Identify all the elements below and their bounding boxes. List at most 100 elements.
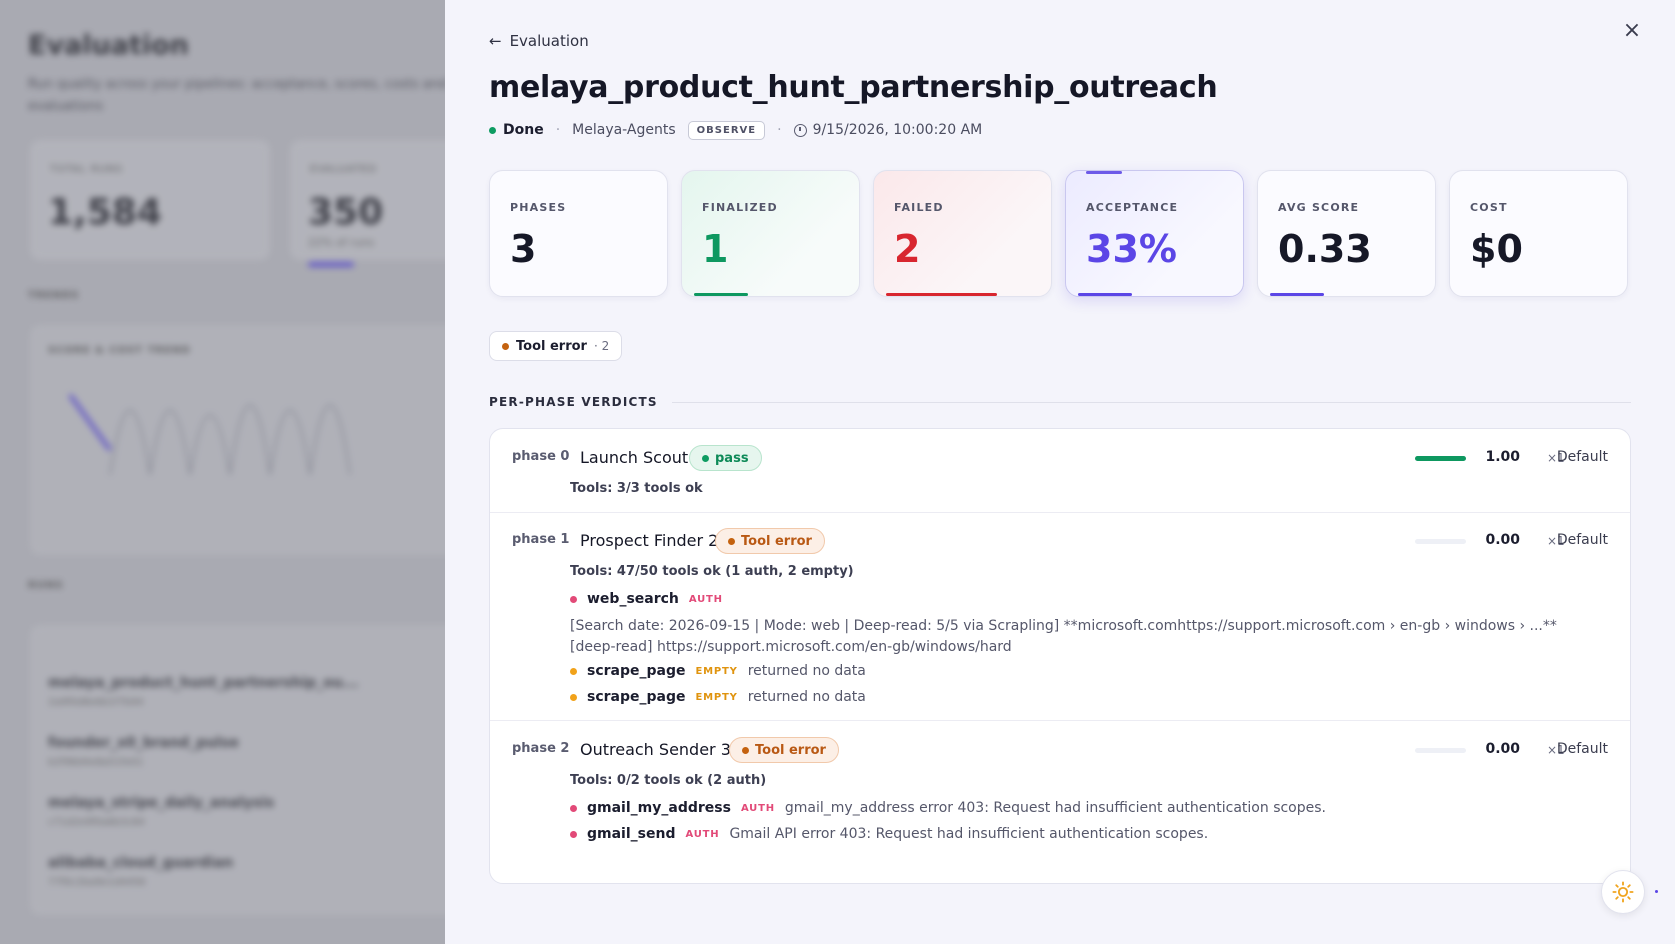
back-to-evaluation-link[interactable]: ← Evaluation xyxy=(489,32,589,50)
empty-dot-icon xyxy=(570,667,577,675)
tool-name: gmail_send xyxy=(587,826,676,842)
stat-cards: PHASES 3 FINALIZED 1 FAILED 2 ACCEPTANCE… xyxy=(489,170,1628,297)
sun-icon xyxy=(1612,881,1634,903)
tool-result-line: gmail_my_address AUTH gmail_my_address e… xyxy=(570,800,1326,816)
score-bar xyxy=(1415,539,1466,544)
chip-count: · 2 xyxy=(593,339,610,353)
eval-profile: Default xyxy=(1556,532,1608,548)
tool-tag: EMPTY xyxy=(695,691,738,703)
verdict-label: pass xyxy=(715,450,749,466)
verdict-label: Tool error xyxy=(755,742,826,758)
stat-progress-bar xyxy=(1270,293,1324,296)
stat-value: 3 xyxy=(510,227,537,271)
phase-name: Launch Scout xyxy=(580,448,689,467)
stat-label: FINALIZED xyxy=(702,201,778,214)
close-icon[interactable]: × xyxy=(1621,20,1643,42)
tool-tag: EMPTY xyxy=(695,665,738,677)
status-label: Done xyxy=(503,122,544,138)
eval-profile: Default xyxy=(1556,449,1608,465)
tool-tag: AUTH xyxy=(740,802,775,814)
tool-name: scrape_page xyxy=(587,689,686,705)
phase-verdicts-list: phase 0 Launch Scout pass 1.00 ×1 Defaul… xyxy=(489,428,1631,884)
tool-message: returned no data xyxy=(747,663,866,679)
stat-value: 33% xyxy=(1086,227,1177,271)
score-bar xyxy=(1415,748,1466,753)
auth-dot-icon xyxy=(570,804,577,812)
bg-chart-lines xyxy=(68,393,351,476)
score-value: 0.00 xyxy=(1485,532,1520,548)
pass-dot-icon xyxy=(702,454,709,462)
error-dot-icon xyxy=(502,342,509,350)
tool-message: gmail_my_address error 403: Request had … xyxy=(784,800,1326,816)
tool-message: returned no data xyxy=(747,689,866,705)
stat-progress-bar xyxy=(694,293,748,296)
error-dot-icon xyxy=(728,537,735,545)
tools-summary: Tools: 3/3 tools ok xyxy=(570,481,703,496)
per-phase-section-header: PER-PHASE VERDICTS xyxy=(489,395,1631,409)
arrow-left-icon: ← xyxy=(489,32,502,50)
bg-stat-card: TOTAL RUNS 1,584 xyxy=(30,140,270,260)
auth-dot-icon xyxy=(570,830,577,838)
phase-row[interactable]: phase 2 Outreach Sender 3 Tool error 0.0… xyxy=(490,721,1630,883)
stat-label: PHASES xyxy=(510,201,567,214)
stat-value: $0 xyxy=(1470,227,1523,271)
stat-value: 2 xyxy=(894,227,921,271)
background-content: Evaluation Run quality across your pipel… xyxy=(0,0,445,944)
run-detail-drawer: × ← Evaluation melaya_product_hunt_partn… xyxy=(445,0,1675,944)
phase-row[interactable]: phase 0 Launch Scout pass 1.00 ×1 Defaul… xyxy=(490,429,1630,513)
stat-card-failed: FAILED 2 xyxy=(873,170,1052,297)
bg-run-row: melaya_product_hunt_partnership_ou... 2a9… xyxy=(48,675,359,708)
section-title: PER-PHASE VERDICTS xyxy=(489,395,658,409)
stat-card-phases: PHASES 3 xyxy=(489,170,668,297)
stat-top-accent xyxy=(1086,171,1122,174)
run-timestamp: 9/15/2026, 10:00:20 AM xyxy=(793,122,982,138)
bg-progress-bar xyxy=(308,262,354,267)
score-bar xyxy=(1415,456,1466,461)
stat-progress-bar xyxy=(1078,293,1132,296)
verdict-pass-badge: pass xyxy=(689,445,762,471)
stat-label: FAILED xyxy=(894,201,944,214)
stat-label: ACCEPTANCE xyxy=(1086,201,1179,214)
stat-progress-bar xyxy=(886,293,997,296)
run-title: melaya_product_hunt_partnership_outreach xyxy=(489,70,1218,105)
bg-page-title: Evaluation xyxy=(28,30,189,61)
tool-raw-output: [Search date: 2026-09-15 | Mode: web | D… xyxy=(570,618,1557,655)
stat-value: 0.33 xyxy=(1278,227,1372,271)
bg-page-subtitle: Run quality across your pipelines: accep… xyxy=(28,77,445,114)
bg-run-row: alibaba_cloud_guardian 77f0c2ba9e1d4456 xyxy=(48,855,234,888)
bg-section-trends: TRENDS xyxy=(28,290,80,301)
error-dot-icon xyxy=(742,746,749,754)
phase-id: phase 0 xyxy=(512,449,570,464)
phase-id: phase 2 xyxy=(512,741,570,756)
verdict-label: Tool error xyxy=(741,533,812,549)
bg-stat-value: 1,584 xyxy=(48,192,162,233)
clock-icon xyxy=(793,123,807,137)
score-fill xyxy=(1415,456,1466,461)
tool-result-line: scrape_page EMPTY returned no data xyxy=(570,663,866,679)
theme-toggle-button[interactable] xyxy=(1601,870,1645,914)
bg-stat-value: 350 xyxy=(308,192,384,233)
score-value: 1.00 xyxy=(1485,449,1520,465)
verdict-tool-error-badge: Tool error xyxy=(715,528,825,554)
phase-name: Prospect Finder 2 xyxy=(580,531,719,550)
tool-name: web_search xyxy=(587,591,679,607)
tool-name: scrape_page xyxy=(587,663,686,679)
stat-label: COST xyxy=(1470,201,1508,214)
background-page: Evaluation Run quality across your pipel… xyxy=(0,0,445,944)
tool-error-filter-chip[interactable]: Tool error · 2 xyxy=(489,331,623,361)
stat-card-finalized: FINALIZED 1 xyxy=(681,170,860,297)
stat-value: 1 xyxy=(702,227,729,271)
chip-label: Tool error xyxy=(516,338,587,354)
stat-card-cost: COST $0 xyxy=(1449,170,1628,297)
verdict-tool-error-badge: Tool error xyxy=(729,737,839,763)
bg-stat-label: TOTAL RUNS xyxy=(50,164,123,175)
run-meta: Done · Melaya-Agents OBSERVE · 9/15/2026… xyxy=(489,118,982,142)
stat-card-acceptance: ACCEPTANCE 33% xyxy=(1065,170,1244,297)
phase-name: Outreach Sender 3 xyxy=(580,740,731,759)
stat-label: AVG SCORE xyxy=(1278,201,1360,214)
tool-result-line: gmail_send AUTH Gmail API error 403: Req… xyxy=(570,826,1208,842)
status-badge: Done xyxy=(489,122,544,138)
bg-stat-card: EVALUATED 350 22% of runs xyxy=(290,140,445,260)
phase-row[interactable]: phase 1 Prospect Finder 2 Tool error 0.0… xyxy=(490,513,1630,721)
phase-id: phase 1 xyxy=(512,532,570,547)
